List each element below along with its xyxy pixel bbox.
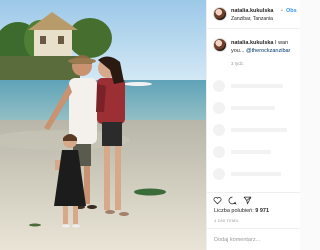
placeholder-line <box>231 84 283 88</box>
caption-username[interactable]: natalia.kukulska <box>231 40 274 46</box>
post-sidebar: natalia.kukulska • Obs Zanzibar, Tanzani… <box>206 0 300 250</box>
mention-link[interactable]: @therockzanzibar <box>246 48 290 54</box>
placeholder-avatar <box>213 168 225 180</box>
post-date: 4 DNI TEMU <box>214 218 239 223</box>
caption-time: 3 tydz. <box>231 61 245 66</box>
placeholder-avatar <box>213 124 225 136</box>
caption-line1: I wan <box>273 40 289 46</box>
username-link[interactable]: natalia.kukulska <box>231 8 274 14</box>
action-bar <box>207 192 300 207</box>
likes-label: Liczba polubień: <box>214 208 256 214</box>
placeholder-line <box>231 172 281 176</box>
placeholder-avatar <box>213 102 225 114</box>
placeholder-avatar <box>213 146 225 158</box>
heart-icon[interactable] <box>213 196 222 205</box>
avatar[interactable] <box>213 7 227 21</box>
separator-dot: • <box>281 8 283 14</box>
comment-placeholder[interactable]: Dodaj komentarz... <box>214 237 260 243</box>
instagram-post: natalia.kukulska • Obs Zanzibar, Tanzani… <box>0 0 300 250</box>
follow-button[interactable]: Obs <box>286 8 297 14</box>
comment-box[interactable]: Dodaj komentarz... <box>207 228 300 250</box>
share-icon[interactable] <box>243 196 252 205</box>
post-photo[interactable] <box>0 0 206 250</box>
caption-avatar[interactable] <box>213 38 227 52</box>
post-header: natalia.kukulska • Obs Zanzibar, Tanzani… <box>207 0 300 29</box>
beach-family-photo <box>0 0 206 250</box>
caption-line2: you... <box>231 47 246 54</box>
caption-text: natalia.kukulska I wan you... @therockza… <box>231 40 300 55</box>
placeholder-line <box>231 150 271 154</box>
placeholder-line <box>231 128 287 132</box>
likes-number: 9 971 <box>255 208 270 214</box>
caption-area: natalia.kukulska I wan you... @therockza… <box>207 28 300 204</box>
likes-count[interactable]: Liczba polubień: 9 971 <box>214 208 269 214</box>
comment-icon[interactable] <box>228 196 237 205</box>
location-link[interactable]: Zanzibar, Tanzania <box>231 16 273 22</box>
placeholder-avatar <box>213 80 225 92</box>
placeholder-line <box>231 106 275 110</box>
